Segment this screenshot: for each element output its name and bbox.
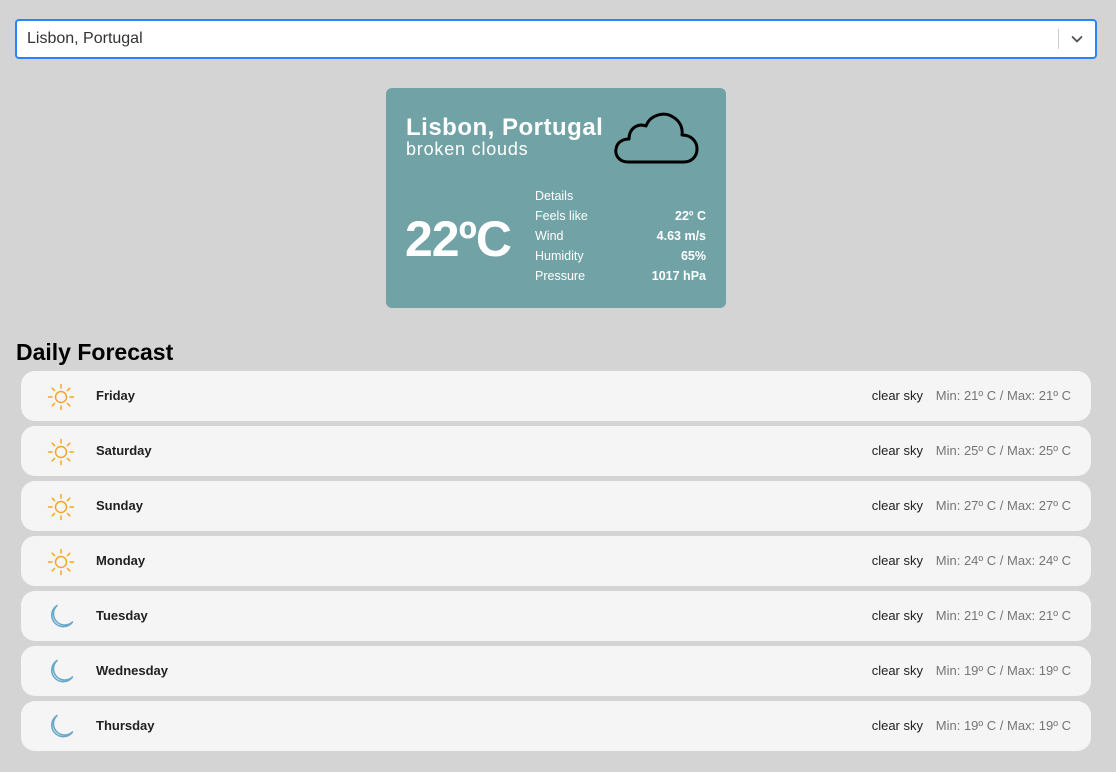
forecast-item[interactable]: Friday clear sky Min: 21º C / Max: 21º C [21,371,1091,421]
detail-label: Feels like [535,209,588,223]
sun-icon [47,383,75,411]
forecast-day: Tuesday [96,608,148,623]
forecast-day: Thursday [96,718,155,733]
detail-value: 22º C [675,209,706,223]
moon-icon [47,713,75,741]
detail-value: 65% [680,249,706,263]
forecast-description: clear sky [871,553,923,568]
forecast-day: Sunday [96,498,143,513]
forecast-minmax: Min: 25º C / Max: 25º C [935,443,1071,458]
forecast-item[interactable]: Monday clear sky Min: 24º C / Max: 24º C [21,536,1091,586]
detail-row-humidity: Humidity 65% [535,246,706,266]
sun-icon [47,493,75,521]
forecast-description: clear sky [871,608,923,623]
details-title: Details [535,189,574,203]
forecast-day: Wednesday [96,663,169,678]
moon-icon [47,603,75,631]
city-search-select[interactable]: Lisbon, Portugal [15,19,1097,59]
forecast-item[interactable]: Saturday clear sky Min: 25º C / Max: 25º… [21,426,1091,476]
detail-label: Pressure [535,269,586,283]
forecast-day: Friday [96,388,136,403]
forecast-list: Friday clear sky Min: 21º C / Max: 21º C… [21,371,1091,756]
moon-icon [47,658,75,686]
detail-label: Humidity [535,249,584,263]
forecast-minmax: Min: 24º C / Max: 24º C [935,553,1071,568]
sun-icon [47,438,75,466]
forecast-minmax: Min: 21º C / Max: 21º C [935,388,1071,403]
forecast-day: Monday [96,553,146,568]
current-description: broken clouds [406,139,529,159]
chevron-down-icon[interactable] [1059,21,1095,57]
forecast-item[interactable]: Thursday clear sky Min: 19º C / Max: 19º… [21,701,1091,751]
forecast-minmax: Min: 21º C / Max: 21º C [935,608,1071,623]
forecast-minmax: Min: 27º C / Max: 27º C [935,498,1071,513]
forecast-item[interactable]: Tuesday clear sky Min: 21º C / Max: 21º … [21,591,1091,641]
forecast-description: clear sky [871,388,923,403]
forecast-minmax: Min: 19º C / Max: 19º C [935,663,1071,678]
detail-row-feels-like: Feels like 22º C [535,206,706,226]
detail-value: 1017 hPa [651,269,706,283]
sun-icon [47,548,75,576]
detail-value: 4.63 m/s [656,229,706,243]
current-city: Lisbon, Portugal [406,114,604,141]
forecast-item[interactable]: Sunday clear sky Min: 27º C / Max: 27º C [21,481,1091,531]
forecast-description: clear sky [871,498,923,513]
forecast-day: Saturday [96,443,152,458]
forecast-title: Daily Forecast [16,339,174,365]
forecast-minmax: Min: 19º C / Max: 19º C [935,718,1071,733]
details-panel: Details Feels like 22º C Wind 4.63 m/s H… [535,186,706,286]
current-temperature: 22ºC [405,211,512,267]
current-weather-card: Lisbon, Portugal broken clouds 22ºC Deta… [386,88,726,308]
detail-row-wind: Wind 4.63 m/s [535,226,706,246]
forecast-description: clear sky [871,663,923,678]
forecast-description: clear sky [871,718,923,733]
forecast-description: clear sky [871,443,923,458]
weather-app: Lisbon, Portugal Lisbon, Portugal broken… [0,0,1116,772]
cloud-icon [610,106,702,174]
forecast-item[interactable]: Wednesday clear sky Min: 19º C / Max: 19… [21,646,1091,696]
detail-label: Wind [535,229,564,243]
detail-row-pressure: Pressure 1017 hPa [535,266,706,286]
search-selected-value[interactable]: Lisbon, Portugal [17,30,1058,48]
